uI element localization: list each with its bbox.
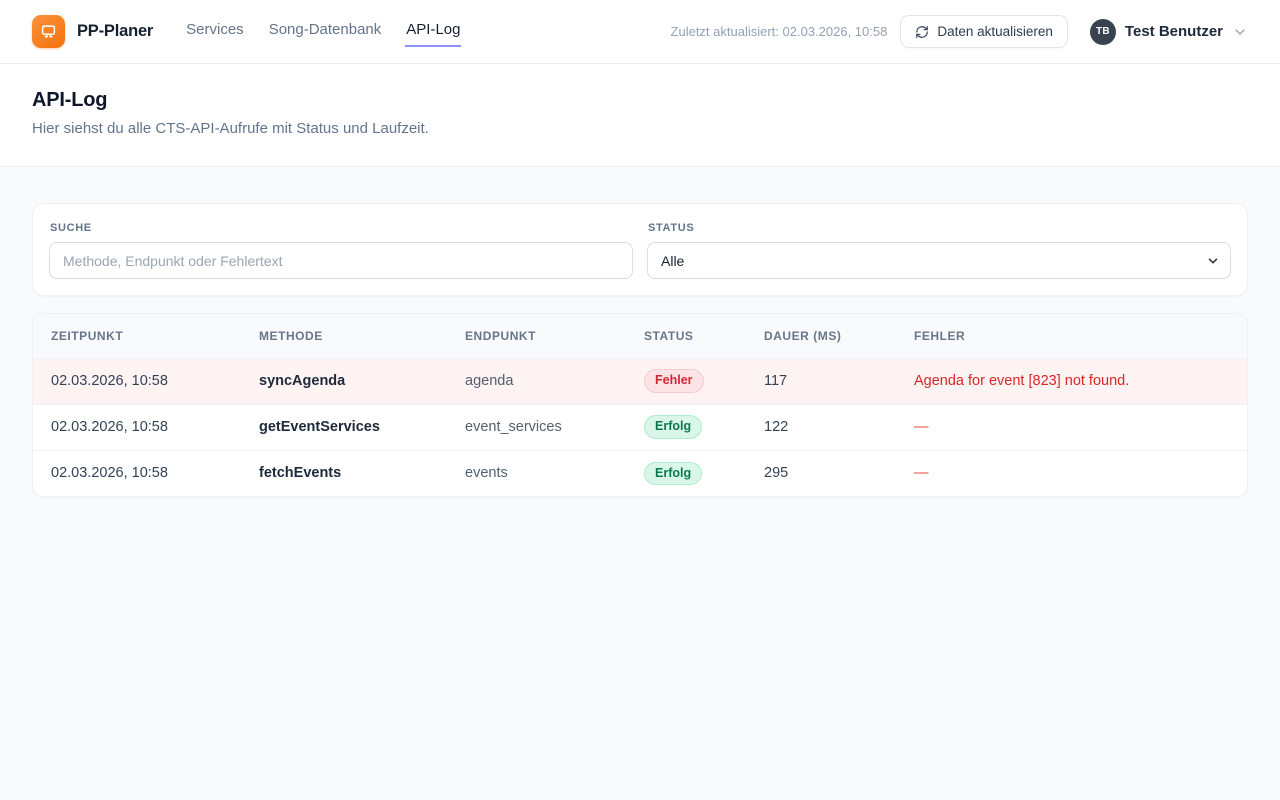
nav-item-song-datenbank[interactable]: Song-Datenbank bbox=[268, 17, 383, 47]
avatar: TB bbox=[1090, 19, 1116, 45]
nav-item-api-log[interactable]: API-Log bbox=[405, 17, 461, 47]
navbar-right: Zuletzt aktualisiert: 02.03.2026, 10:58 … bbox=[671, 15, 1248, 48]
cell-dauer: 122 bbox=[746, 404, 896, 450]
brand[interactable]: PP-Planer bbox=[32, 15, 153, 48]
api-log-table: ZEITPUNKT METHODE ENDPUNKT STATUS DAUER … bbox=[33, 314, 1247, 496]
table-body: 02.03.2026, 10:58 syncAgenda agenda Fehl… bbox=[33, 358, 1247, 496]
col-dauer: DAUER (MS) bbox=[746, 314, 896, 358]
search-label: SUCHE bbox=[50, 222, 633, 234]
col-endpunkt: ENDPUNKT bbox=[447, 314, 626, 358]
search-field-group: SUCHE bbox=[49, 220, 633, 279]
status-select[interactable]: Alle bbox=[647, 242, 1231, 279]
col-fehler: FEHLER bbox=[896, 314, 1247, 358]
cell-dauer: 295 bbox=[746, 450, 896, 496]
col-status: STATUS bbox=[626, 314, 746, 358]
table-row[interactable]: 02.03.2026, 10:58 syncAgenda agenda Fehl… bbox=[33, 358, 1247, 404]
filter-card: SUCHE STATUS Alle bbox=[32, 203, 1248, 296]
user-name: Test Benutzer bbox=[1125, 23, 1223, 40]
status-select-wrap: Alle bbox=[647, 242, 1231, 279]
table-row[interactable]: 02.03.2026, 10:58 getEventServices event… bbox=[33, 404, 1247, 450]
col-zeitpunkt: ZEITPUNKT bbox=[33, 314, 241, 358]
presentation-icon bbox=[39, 22, 58, 41]
status-badge: Erfolg bbox=[644, 415, 702, 439]
cell-endpunkt: agenda bbox=[447, 358, 626, 404]
cell-methode: syncAgenda bbox=[241, 358, 447, 404]
cell-fehler: Agenda for event [823] not found. bbox=[896, 358, 1247, 404]
status-label: STATUS bbox=[648, 222, 1231, 234]
cell-status: Erfolg bbox=[626, 404, 746, 450]
cell-zeitpunkt: 02.03.2026, 10:58 bbox=[33, 404, 241, 450]
api-log-table-card: ZEITPUNKT METHODE ENDPUNKT STATUS DAUER … bbox=[32, 313, 1248, 497]
user-menu[interactable]: TB Test Benutzer bbox=[1090, 19, 1248, 45]
cell-methode: fetchEvents bbox=[241, 450, 447, 496]
refresh-icon bbox=[915, 25, 929, 39]
col-methode: METHODE bbox=[241, 314, 447, 358]
refresh-data-button[interactable]: Daten aktualisieren bbox=[900, 15, 1068, 48]
main-nav: Services Song-Datenbank API-Log bbox=[185, 17, 461, 47]
cell-zeitpunkt: 02.03.2026, 10:58 bbox=[33, 358, 241, 404]
cell-endpunkt: event_services bbox=[447, 404, 626, 450]
cell-methode: getEventServices bbox=[241, 404, 447, 450]
nav-item-services[interactable]: Services bbox=[185, 17, 245, 47]
status-badge: Fehler bbox=[644, 369, 704, 393]
cell-zeitpunkt: 02.03.2026, 10:58 bbox=[33, 450, 241, 496]
brand-name: PP-Planer bbox=[77, 22, 153, 41]
page-subtitle: Hier siehst du alle CTS-API-Aufrufe mit … bbox=[32, 120, 1248, 137]
table-header-row: ZEITPUNKT METHODE ENDPUNKT STATUS DAUER … bbox=[33, 314, 1247, 358]
table-row[interactable]: 02.03.2026, 10:58 fetchEvents events Erf… bbox=[33, 450, 1247, 496]
page-header: API-Log Hier siehst du alle CTS-API-Aufr… bbox=[0, 64, 1280, 167]
cell-dauer: 117 bbox=[746, 358, 896, 404]
refresh-button-label: Daten aktualisieren bbox=[937, 24, 1053, 39]
cell-endpunkt: events bbox=[447, 450, 626, 496]
page-title: API-Log bbox=[32, 89, 1248, 112]
top-navbar: PP-Planer Services Song-Datenbank API-Lo… bbox=[0, 0, 1280, 64]
status-field-group: STATUS Alle bbox=[647, 220, 1231, 279]
chevron-down-icon bbox=[1232, 24, 1248, 40]
status-badge: Erfolg bbox=[644, 462, 702, 486]
cell-status: Fehler bbox=[626, 358, 746, 404]
cell-fehler: — bbox=[896, 450, 1247, 496]
last-updated-text: Zuletzt aktualisiert: 02.03.2026, 10:58 bbox=[671, 24, 888, 39]
search-input[interactable] bbox=[49, 242, 633, 279]
cell-status: Erfolg bbox=[626, 450, 746, 496]
app-logo bbox=[32, 15, 65, 48]
cell-fehler: — bbox=[896, 404, 1247, 450]
main-content: SUCHE STATUS Alle ZEITPUNKT bbox=[0, 167, 1280, 533]
